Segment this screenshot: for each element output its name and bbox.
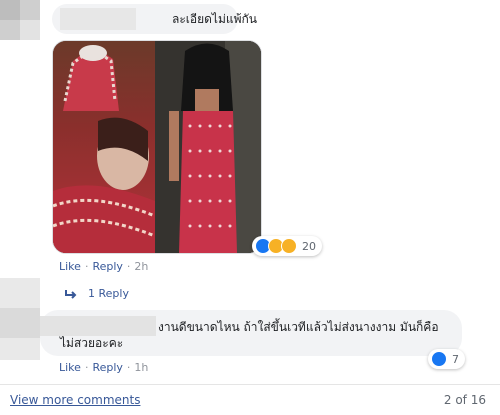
- wow-icon: [281, 238, 297, 254]
- separator: ·: [84, 361, 89, 374]
- comment-text: ละเอียดไม่แพ้กัน: [172, 12, 257, 26]
- avatar-pixel-block: [0, 0, 20, 20]
- commenter-avatar[interactable]: [0, 278, 40, 360]
- like-link[interactable]: Like: [59, 260, 81, 273]
- comment-text-line2: ไม่สวยอะคะ: [60, 336, 124, 350]
- reaction-count: 7: [452, 352, 459, 366]
- comment-image[interactable]: [52, 40, 262, 254]
- comment-bubble: งานดีขนาดไหน ถ้าใส่ขึ้นเวทีแล้วไม่ส่งนาง…: [40, 310, 462, 356]
- reply-link[interactable]: Reply: [92, 361, 122, 374]
- like-link[interactable]: Like: [59, 361, 81, 374]
- avatar-pixel-block: [0, 308, 40, 338]
- reply-arrow-icon: [65, 290, 77, 299]
- redacted-name: [60, 8, 136, 30]
- reply-link[interactable]: Reply: [92, 260, 122, 273]
- reactions-badge[interactable]: 7: [428, 349, 465, 369]
- photo-thai-costume: [53, 41, 155, 253]
- redacted-name: [40, 316, 156, 336]
- like-icon: [431, 351, 447, 367]
- separator: ·: [126, 260, 131, 273]
- timestamp[interactable]: 1h: [134, 361, 148, 374]
- comment-actions: Like · Reply · 2h: [59, 260, 148, 273]
- commenter-avatar[interactable]: [0, 0, 40, 40]
- comment-bubble: ละเอียดไม่แพ้กัน: [52, 4, 257, 34]
- separator: ·: [126, 361, 131, 374]
- avatar-pixel-block: [20, 20, 40, 40]
- photo-red-dress: [155, 41, 261, 253]
- reactions-badge[interactable]: 20: [252, 236, 322, 256]
- footer-divider: [0, 384, 500, 385]
- reaction-count: 20: [302, 239, 316, 253]
- timestamp[interactable]: 2h: [134, 260, 148, 273]
- comment-page-count: 2 of 16: [443, 393, 486, 407]
- comment-actions: Like · Reply · 1h: [59, 361, 148, 374]
- dress-illustration: [155, 41, 261, 253]
- comment-text-line1: งานดีขนาดไหน ถ้าใส่ขึ้นเวทีแล้วไม่ส่งนาง…: [158, 320, 439, 334]
- separator: ·: [84, 260, 89, 273]
- view-replies-link[interactable]: 1 Reply: [88, 287, 129, 300]
- costume-illustration: [53, 45, 155, 253]
- view-more-comments-link[interactable]: View more comments: [10, 393, 140, 407]
